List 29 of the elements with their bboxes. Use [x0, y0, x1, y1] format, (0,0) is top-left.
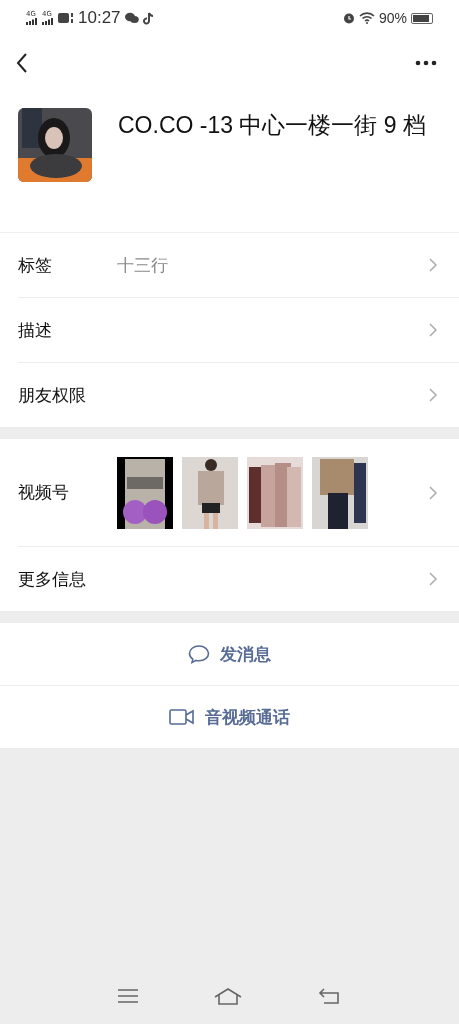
chat-bubbles-icon: [124, 12, 139, 24]
settings-row[interactable]: 标签 十三行: [18, 233, 459, 298]
contact-name: CO.CO -13 中心一楼一街 9 档: [118, 111, 426, 140]
chevron-icon: [429, 388, 437, 402]
settings-row[interactable]: 更多信息: [18, 547, 459, 611]
chevron-icon: [429, 572, 437, 586]
battery-percent: 90%: [378, 10, 407, 26]
video-camera-icon: [169, 709, 195, 725]
hd-icon: [58, 12, 74, 24]
back-icon[interactable]: [16, 53, 28, 73]
status-time: 10:27: [78, 8, 121, 28]
channels-row[interactable]: 视频号: [18, 439, 459, 547]
settings-row[interactable]: 朋友权限: [18, 363, 459, 427]
alarm-icon: [342, 12, 355, 24]
signal-icon: [42, 18, 54, 25]
action-button[interactable]: 音视频通话: [169, 705, 290, 729]
home-icon[interactable]: [213, 987, 244, 1005]
settings-row[interactable]: 描述: [18, 298, 459, 363]
signal-icon: [26, 18, 38, 25]
chat-bubble-icon: [188, 644, 210, 664]
more-icon[interactable]: [415, 60, 437, 66]
menu-icon[interactable]: [117, 988, 140, 1004]
wifi-icon: [358, 12, 375, 24]
chevron-icon: [429, 485, 437, 500]
action-button[interactable]: 发消息: [188, 642, 271, 666]
music-note-icon: [142, 11, 154, 25]
chevron-icon: [429, 323, 437, 337]
battery-icon: [411, 12, 433, 24]
chevron-icon: [429, 258, 437, 272]
